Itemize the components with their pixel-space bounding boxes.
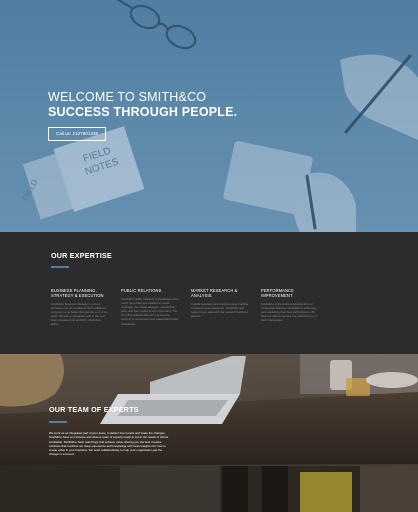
expertise-column-title: PERFORMANCE IMPROVEMENT [261, 288, 294, 298]
team-description: We work as an integrated part of your te… [49, 431, 169, 457]
expertise-column: PERFORMANCE IMPROVEMENT Smith&Co is the … [261, 288, 319, 322]
expertise-column-text: Smith&Co public relations professionals … [121, 297, 180, 326]
hero-headline-line2: SUCCESS THROUGH PEOPLE. [48, 104, 238, 119]
expertise-column: PUBLIC RELATIONS Smith&Co public relatio… [121, 288, 179, 326]
expertise-column-text: Capital business cant improve using fron… [191, 302, 249, 319]
expertise-column: MARKET RESEARCH & ANALYSIS Capital busin… [191, 288, 249, 318]
expertise-column-title: MARKET RESEARCH & ANALYSIS [191, 288, 238, 298]
team-title: OUR TEAM OF EXPERTS [49, 405, 139, 414]
hero-headline-line1: WELCOME TO SMITH&CO [48, 90, 207, 104]
hero-headline: WELCOME TO SMITH&CO SUCCESS THROUGH PEOP… [48, 90, 378, 119]
team-title-underline [49, 421, 67, 423]
expertise-column-text: Smith&Co is the basic consulting firm fo… [261, 302, 317, 323]
expertise-title-underline [51, 266, 69, 268]
expertise-column: BUSINESS PLANNING, STRATEGY & EXECUTION … [51, 288, 109, 327]
hero-section: FIELD NOTES FIELD WELCOME TO SMITH&CO SU… [0, 0, 418, 232]
expertise-column-title: BUSINESS PLANNING, STRATEGY & EXECUTION [51, 288, 104, 298]
call-us-button[interactable]: Call us: 2127901338 [48, 127, 106, 141]
expertise-column-text: Smith&Co Business strategy is more a com… [51, 302, 108, 327]
expertise-column-title: PUBLIC RELATIONS [121, 288, 162, 293]
expertise-title: OUR EXPERTISE [51, 251, 112, 260]
